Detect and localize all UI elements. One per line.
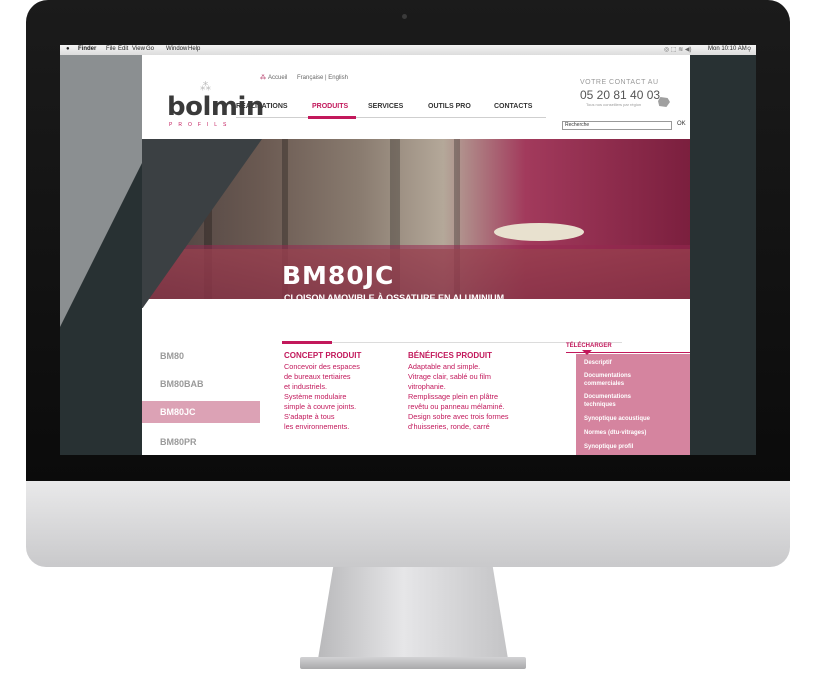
hero-table (494, 223, 584, 241)
imac-chin (26, 481, 790, 567)
menu-window[interactable]: Window (166, 46, 187, 52)
concept-line: S'adapte à tous (284, 412, 335, 421)
concept-line: les environnements. (284, 422, 350, 431)
top-links: ⁂ Accueil Française | English (260, 74, 348, 81)
nav-active-indicator (308, 116, 356, 119)
nav-contacts[interactable]: CONTACTS (494, 103, 532, 110)
concept-line: simple à couvre joints. (284, 402, 357, 411)
menubar-clock[interactable]: Mon 10:10 AM (708, 46, 747, 52)
concept-heading: CONCEPT PRODUIT (284, 351, 362, 360)
benefits-line: d'huisseries, ronde, carré (408, 422, 490, 431)
screen: ● Finder File Edit View Go Window Help ◎… (60, 45, 756, 455)
benefits-line: revêtu ou panneau mélaminé. (408, 402, 505, 411)
download-arrow-icon (582, 350, 592, 355)
download-normes[interactable]: Normes (dtu-vitrages) (584, 430, 646, 438)
menu-file[interactable]: File (106, 46, 116, 52)
benefits-line: Remplissage plein en plâtre (408, 392, 499, 401)
concept-line: et industriels. (284, 382, 327, 391)
spotlight-icon[interactable]: ⚲ (747, 46, 751, 53)
home-icon: ⁂ (260, 75, 266, 81)
download-docs-techniques[interactable]: Documentations (584, 394, 631, 402)
logo-subtitle: PROFILS (169, 122, 233, 128)
download-docs-techniques[interactable]: techniques (584, 402, 616, 410)
benefits-line: Design sobre avec trois formes (408, 412, 509, 421)
hero-subtitle-2: MONTAGE À JOINT CREUX (284, 306, 402, 316)
bolmin-logo[interactable]: ⁂ bolmin PROFILS (167, 80, 264, 130)
download-synoptique-acoustique[interactable]: Synoptique acoustique (584, 416, 650, 424)
contact-subtitle: Tous nos conseillers par région (586, 102, 642, 107)
product-item-bm80jc[interactable]: BM80JC (142, 401, 260, 423)
hero-title: BM80JC (282, 261, 395, 290)
download-docs-commerciales[interactable]: Documentations (584, 373, 631, 381)
search-ok-button[interactable]: OK (677, 121, 686, 127)
menu-edit[interactable]: Edit (118, 46, 128, 52)
hero-overlay (142, 245, 690, 299)
download-heading: TÉLÉCHARGER (566, 343, 612, 349)
product-item-bm80bab[interactable]: BM80BAB (142, 373, 260, 395)
concept-line: de bureaux tertiaires (284, 372, 351, 381)
nav-divider (236, 117, 546, 118)
concept-line: Système modulaire (284, 392, 347, 401)
contact-label: VOTRE CONTACT AU (580, 79, 659, 86)
download-docs-commerciales[interactable]: commerciales (584, 381, 624, 389)
france-map-icon[interactable] (658, 97, 670, 107)
nav-outils-pro[interactable]: OUTILS PRO (428, 103, 471, 110)
nav-services[interactable]: SERVICES (368, 103, 403, 110)
content-accent-bar (282, 341, 332, 344)
product-item-bm80[interactable]: BM80 (142, 345, 260, 367)
web-page: ⁂ bolmin PROFILS ⁂ Accueil Française | En… (142, 55, 690, 455)
nav-produits[interactable]: PRODUITS (312, 103, 348, 110)
concept-line: Concevoir des espaces (284, 362, 360, 371)
product-item-bm80pr[interactable]: BM80PR (142, 431, 260, 453)
imac-stand-foot (300, 657, 526, 669)
download-descriptif[interactable]: Descriptif (584, 360, 612, 368)
benefits-line: Vitrage clair, sablé ou film (408, 372, 492, 381)
home-link[interactable]: Accueil (268, 75, 287, 81)
hero-subtitle-1: CLOISON AMOVIBLE À OSSATURE EN ALUMINIUM (284, 293, 505, 303)
benefits-line: vitrophanie. (408, 382, 446, 391)
menu-go[interactable]: Go (146, 46, 154, 52)
language-switch[interactable]: Française | English (297, 75, 348, 81)
benefits-line: Adaptable and simple. (408, 362, 481, 371)
download-synoptique-profil[interactable]: Synoptique profil (584, 444, 633, 452)
mac-menubar: ● Finder File Edit View Go Window Help ◎… (60, 45, 756, 55)
nav-realisations[interactable]: RÉALISATIONS (236, 103, 288, 110)
menu-view[interactable]: View (132, 46, 145, 52)
contact-phone[interactable]: 05 20 81 40 03 (580, 88, 660, 102)
menu-help[interactable]: Help (188, 46, 200, 52)
status-icons[interactable]: ◎ ⬚ ≋ ◀) (664, 46, 692, 53)
camera-dot (402, 14, 407, 19)
benefits-heading: BÉNÉFICES PRODUIT (408, 351, 493, 360)
imac-stand (318, 567, 508, 659)
menu-finder[interactable]: Finder (78, 46, 96, 52)
apple-menu-icon[interactable]: ● (66, 46, 70, 52)
search-input[interactable]: Recherche (562, 121, 672, 130)
